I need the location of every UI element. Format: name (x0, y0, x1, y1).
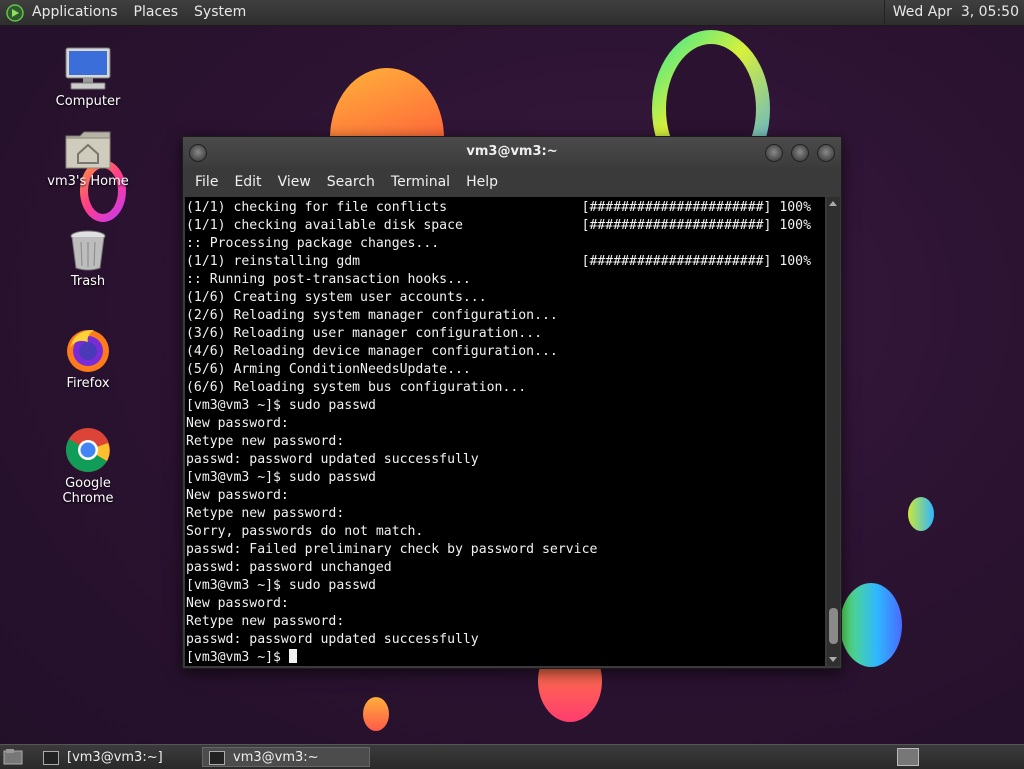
window-titlebar[interactable]: vm3@vm3:~ (183, 137, 841, 167)
terminal-line: [vm3@vm3 ~]$ (186, 649, 825, 666)
maximize-icon[interactable] (791, 144, 809, 162)
terminal-line: (1/6) Creating system user accounts... (186, 290, 487, 305)
wallpaper-tiny-orange-blob (363, 697, 389, 731)
taskbar-item-terminal-2[interactable]: vm3@vm3:~ (202, 747, 370, 767)
terminal-text: (1/1) checking for file conflicts [#####… (185, 197, 825, 666)
terminal-line: passwd: password unchanged (186, 560, 392, 575)
menu-edit[interactable]: Edit (226, 174, 269, 190)
distro-logo-icon[interactable] (6, 3, 24, 22)
terminal-line: Retype new password: (186, 434, 345, 449)
taskbar-item-label: [vm3@vm3:~] (67, 750, 163, 765)
wallpaper-green-blob (908, 497, 934, 531)
wallpaper-blue-blob (840, 583, 902, 667)
desktop-icon-home[interactable]: vm3's Home (38, 128, 138, 189)
terminal-line: (4/6) Reloading device manager configura… (186, 344, 558, 359)
desktop-icon-computer[interactable]: Computer (38, 46, 138, 109)
chrome-icon (66, 428, 110, 472)
terminal-line: (1/1) checking for file conflicts [#####… (186, 200, 811, 215)
menu-help[interactable]: Help (458, 174, 506, 190)
terminal-cursor (288, 649, 297, 663)
terminal-line: (2/6) Reloading system manager configura… (186, 308, 558, 323)
computer-icon (65, 47, 111, 90)
system-menu[interactable]: System (186, 0, 254, 25)
terminal-line: (1/1) checking available disk space [###… (186, 218, 811, 233)
menu-file[interactable]: File (187, 174, 226, 190)
clock[interactable]: Wed Apr 3, 05:50 (883, 0, 1019, 25)
terminal-line: passwd: password updated successfully (186, 632, 479, 647)
desktop-icon-label: Trash (70, 274, 106, 289)
terminal-line: :: Processing package changes... (186, 236, 440, 251)
scroll-thumb[interactable] (829, 608, 838, 644)
terminal-line: passwd: password updated successfully (186, 452, 479, 467)
desktop-icon-label: vm3's Home (47, 174, 129, 189)
terminal-line: [vm3@vm3 ~]$ sudo passwd (186, 578, 376, 593)
terminal-line: Retype new password: (186, 506, 345, 521)
applications-menu[interactable]: Applications (24, 0, 126, 25)
terminal-line: passwd: Failed preliminary check by pass… (186, 542, 598, 557)
terminal-output[interactable]: (1/1) checking for file conflicts [#####… (185, 197, 825, 666)
firefox-icon (67, 330, 109, 372)
scroll-down-icon[interactable] (829, 657, 837, 662)
terminal-line: New password: (186, 596, 289, 611)
terminal-line: [vm3@vm3 ~]$ sudo passwd (186, 398, 376, 413)
terminal-window[interactable]: vm3@vm3:~ File Edit View Search Terminal… (182, 136, 842, 669)
desktop-icon-firefox[interactable]: Firefox (38, 326, 138, 391)
window-menu-icon[interactable] (189, 144, 207, 162)
menu-terminal[interactable]: Terminal (383, 174, 458, 190)
terminal-line: (1/1) reinstalling gdm [################… (186, 254, 811, 269)
terminal-line: New password: (186, 488, 289, 503)
home-folder-icon (65, 131, 111, 169)
terminal-line: Retype new password: (186, 614, 345, 629)
terminal-scrollbar[interactable] (827, 197, 840, 666)
taskbar-item-label: vm3@vm3:~ (233, 750, 319, 765)
taskbar-item-terminal-1[interactable]: [vm3@vm3:~] (36, 747, 196, 767)
terminal-icon (43, 751, 59, 765)
terminal-icon (209, 751, 225, 765)
workspace-switcher[interactable] (897, 748, 919, 766)
terminal-line: (3/6) Reloading user manager configurati… (186, 326, 543, 341)
terminal-line: New password: (186, 416, 289, 431)
bottom-taskbar: [vm3@vm3:~] vm3@vm3:~ (0, 744, 1024, 769)
terminal-line: (6/6) Reloading system bus configuration… (186, 380, 527, 395)
desktop-icon-label: Google Chrome (62, 476, 114, 506)
desktop-icon-label: Firefox (66, 376, 110, 391)
close-icon[interactable] (817, 144, 835, 162)
terminal-line: [vm3@vm3 ~]$ sudo passwd (186, 470, 376, 485)
menu-search[interactable]: Search (319, 174, 383, 190)
terminal-line: (5/6) Arming ConditionNeedsUpdate... (186, 362, 471, 377)
places-menu[interactable]: Places (126, 0, 187, 25)
scroll-up-icon[interactable] (829, 201, 837, 206)
window-title: vm3@vm3:~ (466, 144, 558, 159)
desktop-icon-trash[interactable]: Trash (38, 228, 138, 289)
desktop-icon-chrome[interactable]: Google Chrome (38, 426, 138, 506)
terminal-menubar: File Edit View Search Terminal Help (183, 167, 841, 197)
top-panel: Applications Places System Wed Apr 3, 05… (0, 0, 1024, 26)
menu-view[interactable]: View (270, 174, 319, 190)
minimize-icon[interactable] (765, 144, 783, 162)
terminal-line: :: Running post-transaction hooks... (186, 272, 471, 287)
trash-icon (70, 230, 106, 271)
show-desktop-icon[interactable] (3, 748, 23, 766)
desktop-icon-label: Computer (55, 94, 121, 109)
terminal-line: Sorry, passwords do not match. (186, 524, 424, 539)
